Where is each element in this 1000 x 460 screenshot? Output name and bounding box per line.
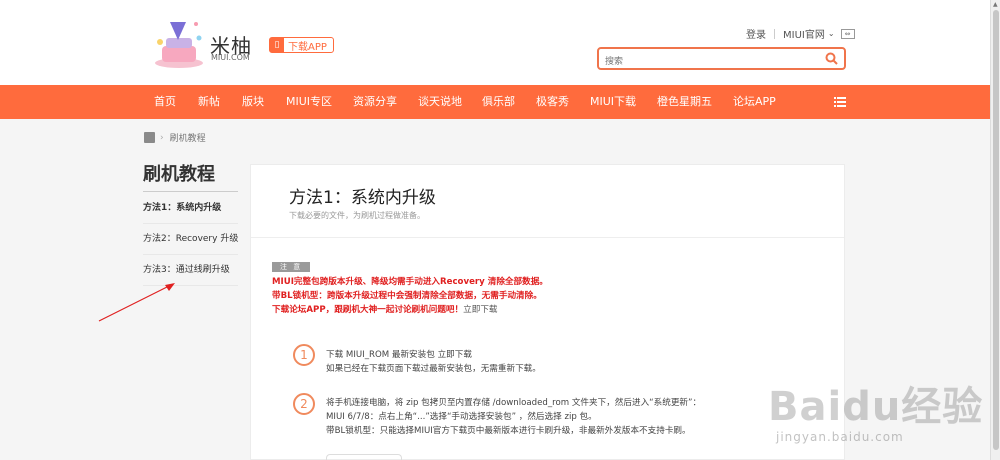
- nav-item-home[interactable]: 首页: [154, 85, 176, 119]
- divider: [251, 237, 844, 238]
- divider: [143, 191, 238, 192]
- nav-item-miui-zone[interactable]: MIUI专区: [286, 85, 332, 119]
- sidebar-item-method-1[interactable]: 方法1：系统内升级: [143, 193, 238, 224]
- chevron-right-icon: ›: [160, 132, 164, 143]
- top-links: 登录 MIUI官网 ⌄ ⇔: [746, 26, 855, 41]
- step-text[interactable]: 下载 MIUI_ROM 最新安装包 立即下载: [326, 348, 472, 360]
- search-input[interactable]: [605, 52, 815, 72]
- baidu-watermark: Baidu经验: [768, 384, 984, 430]
- scrollbar-thumb[interactable]: [993, 10, 999, 450]
- expand-icon[interactable]: ⇔: [840, 28, 855, 39]
- step-text: 带BL锁机型：只能选择MIUI官方下载页中最新版本进行卡刷升级，非最新外发版本不…: [326, 426, 691, 436]
- annotation-arrow-icon: [98, 283, 175, 322]
- step-text: 将手机连接电脑，将 zip 包拷贝至内置存储 /downloaded_rom 文…: [326, 398, 702, 408]
- divider: [774, 28, 775, 39]
- warning-line: 下载论坛APP，跟刷机大神一起讨论刷机问题吧！立即下载: [272, 303, 498, 315]
- search-box: [597, 47, 846, 72]
- nav-item-resources[interactable]: 资源分享: [353, 85, 397, 119]
- sidebar-title: 刷机教程: [143, 164, 215, 185]
- sidebar-item-method-2[interactable]: 方法2：Recovery 升级: [143, 224, 238, 255]
- miui-official-link[interactable]: MIUI官网: [783, 26, 825, 41]
- watermark-url: jingyan.baidu.com: [776, 430, 904, 444]
- search-icon[interactable]: [825, 52, 838, 65]
- cake-logo-icon[interactable]: [150, 16, 208, 70]
- chevron-down-icon[interactable]: ⌄: [828, 29, 835, 38]
- nav-item-forum-app[interactable]: 论坛APP: [733, 85, 776, 119]
- nav-item-orange-friday[interactable]: 橙色星期五: [657, 85, 712, 119]
- step-number: 1: [293, 344, 315, 366]
- nav-item-miui-download[interactable]: MIUI下载: [590, 85, 636, 119]
- scroll-up-icon[interactable]: ▲: [993, 1, 998, 8]
- phone-icon: ▯: [270, 38, 284, 52]
- nav-item-club[interactable]: 俱乐部: [482, 85, 515, 119]
- download-now-link[interactable]: 立即下载: [463, 305, 497, 315]
- menu-icon[interactable]: [834, 97, 846, 107]
- main-nav: 首页 新帖 版块 MIUI专区 资源分享 谈天说地 俱乐部 极客秀 MIUI下载…: [0, 85, 990, 119]
- site-header: 米柚 MIUI.COM ▯ 下载APP 登录 MIUI官网 ⌄ ⇔: [0, 0, 990, 85]
- nav-item-geek[interactable]: 极客秀: [536, 85, 569, 119]
- warning-text: 下载论坛APP，跟刷机大神一起讨论刷机问题吧！: [272, 305, 464, 315]
- login-link[interactable]: 登录: [746, 26, 766, 41]
- page-subtitle: 下载必要的文件，为刷机过程做准备。: [289, 211, 425, 220]
- breadcrumb: › 刷机教程: [144, 131, 206, 144]
- logo-domain: MIUI.COM: [211, 53, 250, 62]
- download-app-label: 下载APP: [288, 41, 327, 53]
- page-title: 方法1：系统内升级: [289, 188, 436, 208]
- content-card: 方法1：系统内升级 下载必要的文件，为刷机过程做准备。 注 意 MIUI完整包跨…: [250, 164, 845, 460]
- vertical-scrollbar[interactable]: ▲: [990, 0, 1000, 460]
- note-badge: 注 意: [272, 262, 311, 272]
- nav-item-boards[interactable]: 版块: [242, 85, 264, 119]
- nav-item-chat[interactable]: 谈天说地: [418, 85, 462, 119]
- step-text: 如果已经在下载页面下载过最新安装包，无需重新下载。: [326, 364, 541, 374]
- warning-line: 带BL锁机型：跨版本升级过程中会强制清除全部数据，无需手动清除。: [272, 291, 542, 301]
- nav-item-new-posts[interactable]: 新帖: [198, 85, 220, 119]
- warning-line: MIUI完整包跨版本升级、降级均需手动进入Recovery 清除全部数据。: [272, 277, 548, 287]
- step-number: 2: [293, 393, 315, 415]
- partial-button[interactable]: [326, 454, 402, 460]
- home-icon[interactable]: [144, 132, 155, 143]
- step-text: MIUI 6/7/8：点右上角“...”选择“手动选择安装包” ，然后选择 zi…: [326, 412, 597, 422]
- download-app-button[interactable]: ▯ 下载APP: [269, 37, 334, 53]
- breadcrumb-current[interactable]: 刷机教程: [170, 131, 206, 144]
